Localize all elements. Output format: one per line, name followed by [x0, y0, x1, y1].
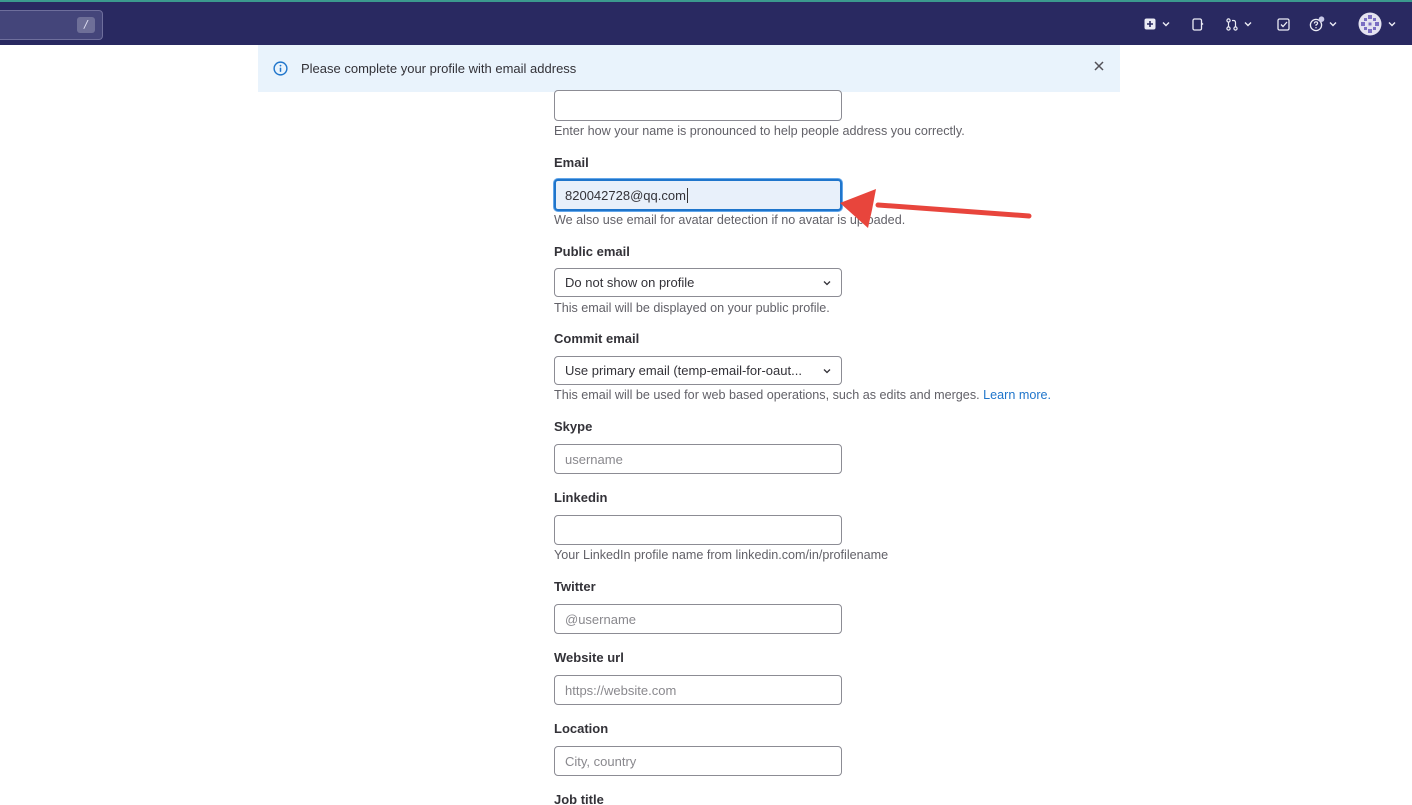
chevron-down-icon	[823, 369, 831, 374]
merge-requests-button[interactable]	[1222, 11, 1256, 37]
chevron-down-icon	[1162, 22, 1169, 27]
email-input[interactable]: 820042728@qq.com	[554, 179, 842, 211]
text-caret	[686, 187, 688, 203]
todos-button[interactable]	[1273, 11, 1293, 37]
learn-more-link[interactable]: Learn more.	[983, 388, 1051, 402]
avatar	[1358, 12, 1381, 36]
issues-icon	[1192, 17, 1204, 31]
help-button[interactable]	[1306, 11, 1340, 37]
merge-request-icon	[1225, 17, 1238, 31]
location-input[interactable]: City, country	[554, 746, 842, 776]
public-email-label: Public email	[554, 244, 630, 259]
location-label: Location	[554, 721, 609, 736]
linkedin-input[interactable]	[554, 515, 842, 545]
linkedin-label: Linkedin	[554, 490, 608, 505]
location-placeholder: City, country	[565, 753, 637, 769]
email-value: 820042728@qq.com	[565, 187, 686, 203]
job-title-label: Job title	[554, 792, 604, 805]
commit-email-help: This email will be used for web based op…	[554, 388, 1052, 402]
search-shortcut-key: /	[77, 17, 95, 33]
create-new-button[interactable]	[1140, 11, 1174, 37]
website-input[interactable]: https://website.com	[554, 675, 842, 705]
chevron-down-icon	[1329, 22, 1336, 27]
info-icon	[273, 61, 288, 76]
twitter-placeholder: @username	[565, 611, 637, 627]
profile-incomplete-alert: Please complete your profile with email …	[258, 45, 1120, 92]
commit-email-select[interactable]: Use primary email (temp-email-for-oaut..…	[554, 356, 842, 385]
twitter-label: Twitter	[554, 579, 596, 594]
email-help: We also use email for avatar detection i…	[554, 213, 906, 227]
website-placeholder: https://website.com	[565, 682, 677, 698]
chevron-down-icon	[1244, 22, 1251, 27]
skype-input[interactable]: username	[554, 444, 842, 474]
pronunciation-help: Enter how your name is pronounced to hel…	[554, 124, 965, 138]
skype-placeholder: username	[565, 451, 623, 467]
issues-button[interactable]	[1188, 11, 1208, 37]
todo-check-icon	[1276, 17, 1290, 31]
public-email-help: This email will be displayed on your pub…	[554, 301, 830, 315]
user-menu-button[interactable]	[1356, 11, 1398, 37]
skype-label: Skype	[554, 419, 593, 434]
chevron-down-icon	[823, 281, 831, 286]
plus-square-icon	[1144, 18, 1155, 30]
help-icon	[1309, 16, 1324, 32]
alert-message: Please complete your profile with email …	[301, 61, 577, 76]
website-label: Website url	[554, 650, 624, 665]
pronunciation-input[interactable]	[554, 90, 842, 121]
commit-email-selected: Use primary email (temp-email-for-oaut..…	[565, 363, 802, 378]
close-icon[interactable]	[1092, 59, 1106, 73]
chevron-down-icon	[1388, 22, 1395, 27]
linkedin-help: Your LinkedIn profile name from linkedin…	[554, 548, 889, 562]
top-navbar: /	[0, 0, 1412, 45]
twitter-input[interactable]: @username	[554, 604, 842, 634]
public-email-selected: Do not show on profile	[565, 275, 695, 290]
public-email-select[interactable]: Do not show on profile	[554, 268, 842, 297]
email-label: Email	[554, 155, 589, 170]
commit-email-label: Commit email	[554, 331, 640, 346]
search-box[interactable]: /	[0, 10, 103, 40]
